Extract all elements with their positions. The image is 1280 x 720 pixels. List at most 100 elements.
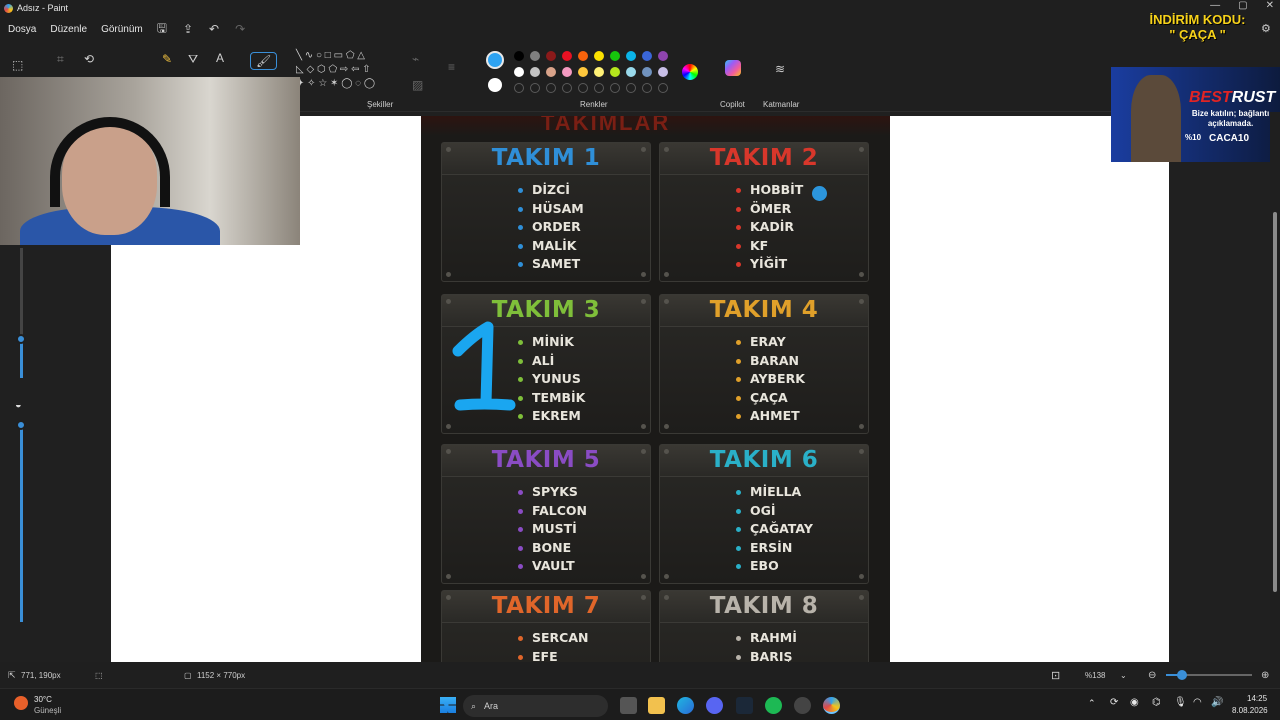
color-swatch[interactable] <box>530 51 540 61</box>
start-icon[interactable] <box>440 697 456 713</box>
custom-color-slot[interactable] <box>626 83 636 93</box>
color-swatch[interactable] <box>626 67 636 77</box>
tray-steam-icon[interactable]: ◉ <box>1130 697 1139 708</box>
clock-time[interactable]: 14:25 <box>1247 694 1267 703</box>
layers-label[interactable]: Katmanlar <box>763 100 799 109</box>
settings-icon[interactable]: ⚙ <box>1261 22 1271 35</box>
opacity-slider[interactable] <box>20 424 23 622</box>
steam-icon[interactable] <box>736 697 753 714</box>
tray-wifi-icon[interactable]: ◠ <box>1193 697 1202 708</box>
layers-icon[interactable]: ≋ <box>775 62 785 76</box>
tray-network-icon[interactable]: ⌬ <box>1152 697 1161 708</box>
line-shape-icon[interactable]: ╲ ∿ ○ □ ▭ ⬠ △ <box>296 50 365 61</box>
vertical-scrollbar[interactable] <box>1270 112 1280 662</box>
custom-color-slot[interactable] <box>578 83 588 93</box>
custom-color-slot[interactable] <box>546 83 556 93</box>
custom-color-slot[interactable] <box>642 83 652 93</box>
menu-file[interactable]: Dosya <box>8 24 36 35</box>
color-swatch[interactable] <box>658 67 668 77</box>
select-icon[interactable]: ⬚ <box>12 58 23 72</box>
custom-color-slot[interactable] <box>530 83 540 93</box>
menu-view[interactable]: Görünüm <box>101 24 143 35</box>
text-icon[interactable]: A <box>216 51 224 65</box>
menu-edit[interactable]: Düzenle <box>50 24 87 35</box>
color-swatch[interactable] <box>578 51 588 61</box>
rivet <box>446 272 451 277</box>
zoom-level[interactable]: %138 <box>1085 671 1105 680</box>
edge-icon[interactable] <box>677 697 694 714</box>
custom-color-slot[interactable] <box>594 83 604 93</box>
discord-icon[interactable] <box>706 697 723 714</box>
size-icon[interactable]: ≡ <box>448 60 455 74</box>
custom-color-slot[interactable] <box>514 83 524 93</box>
color-swatch[interactable] <box>610 51 620 61</box>
color-picker-icon[interactable] <box>682 64 698 80</box>
member-name: OGİ <box>736 502 813 521</box>
tray-volume-icon[interactable]: 🔊 <box>1211 697 1223 708</box>
opacity-knob[interactable] <box>16 420 26 430</box>
poster-header-text: TAKIMLAR <box>541 116 671 135</box>
spotify-icon[interactable] <box>765 697 782 714</box>
rotate-icon[interactable]: ⟲ <box>84 52 94 66</box>
color-swatch[interactable] <box>546 67 556 77</box>
zoom-out-icon[interactable]: ⊖ <box>1148 670 1156 681</box>
color-swatch[interactable] <box>546 51 556 61</box>
taskbar-search[interactable]: ⌕ Ara <box>463 695 608 717</box>
color-swatch[interactable] <box>594 67 604 77</box>
minimize-button[interactable]: — <box>1210 0 1220 11</box>
clock-date[interactable]: 8.08.2026 <box>1232 706 1268 715</box>
task-view-icon[interactable] <box>620 697 637 714</box>
share-icon[interactable]: ⇪ <box>183 22 193 36</box>
outline-icon[interactable]: ⌁ <box>412 52 419 66</box>
redo-icon[interactable]: ↷ <box>235 22 245 36</box>
polygon-shape-icon[interactable]: ◺ ◇ ⬡ ⬠ ⇨ ⇦ ⇧ <box>296 64 371 75</box>
primary-color-swatch[interactable] <box>486 51 504 69</box>
member-list: SERCAN EFE <box>518 629 588 662</box>
color-swatch[interactable] <box>658 51 668 61</box>
color-swatch[interactable] <box>578 67 588 77</box>
weather-icon[interactable] <box>14 696 28 710</box>
copilot-icon[interactable] <box>725 60 741 76</box>
star-shape-icon[interactable]: ✦ ✧ ☆ ✶ ◯ ◌ ◯ <box>296 78 375 89</box>
brush-size-knob[interactable] <box>16 334 26 344</box>
team-name-plate: TAKIM 5 <box>442 445 650 477</box>
color-swatch[interactable] <box>514 51 524 61</box>
maximize-button[interactable]: ▢ <box>1238 0 1247 11</box>
zoom-in-icon[interactable]: ⊕ <box>1261 670 1269 681</box>
pencil-icon[interactable]: ✎ <box>162 52 172 66</box>
file-explorer-icon[interactable] <box>648 697 665 714</box>
fill-style-icon[interactable]: ▨ <box>412 78 423 92</box>
paint-taskbar-icon[interactable] <box>823 697 840 714</box>
tray-sync-icon[interactable]: ⟳ <box>1110 697 1118 708</box>
scrollbar-thumb[interactable] <box>1273 212 1277 592</box>
color-swatch[interactable] <box>594 51 604 61</box>
custom-color-slot[interactable] <box>562 83 572 93</box>
undo-icon[interactable]: ↶ <box>209 22 219 36</box>
custom-color-slot[interactable] <box>610 83 620 93</box>
crop-icon[interactable]: ⌗ <box>57 52 64 67</box>
weather-temp[interactable]: 30°C <box>34 695 52 704</box>
close-button[interactable]: ✕ <box>1266 0 1274 11</box>
copilot-label[interactable]: Copilot <box>720 100 745 109</box>
tray-chevron-icon[interactable]: ⌃ <box>1088 698 1096 709</box>
chevron-down-icon[interactable]: ⌄ <box>1120 671 1127 680</box>
brush-icon[interactable]: 🖌 <box>250 52 278 70</box>
color-swatch[interactable] <box>642 51 652 61</box>
fill-icon[interactable]: ⛛ <box>188 52 198 67</box>
color-swatch[interactable] <box>530 67 540 77</box>
color-swatch[interactable] <box>626 51 636 61</box>
color-swatch[interactable] <box>642 67 652 77</box>
color-swatch[interactable] <box>610 67 620 77</box>
zoom-slider-knob[interactable] <box>1177 670 1187 680</box>
color-swatch[interactable] <box>514 67 524 77</box>
app-icon[interactable] <box>794 697 811 714</box>
tray-mic-icon[interactable]: 🎙 <box>1174 697 1187 708</box>
secondary-color-swatch[interactable] <box>488 78 502 92</box>
custom-color-slot[interactable] <box>658 83 668 93</box>
color-swatch[interactable] <box>562 67 572 77</box>
member-name: MİNİK <box>518 333 585 352</box>
fit-to-window-icon[interactable]: ⊡ <box>1051 669 1060 682</box>
color-swatch[interactable] <box>562 51 572 61</box>
weather-desc[interactable]: Güneşli <box>34 706 61 715</box>
save-icon[interactable]: 🖫 <box>157 19 167 40</box>
